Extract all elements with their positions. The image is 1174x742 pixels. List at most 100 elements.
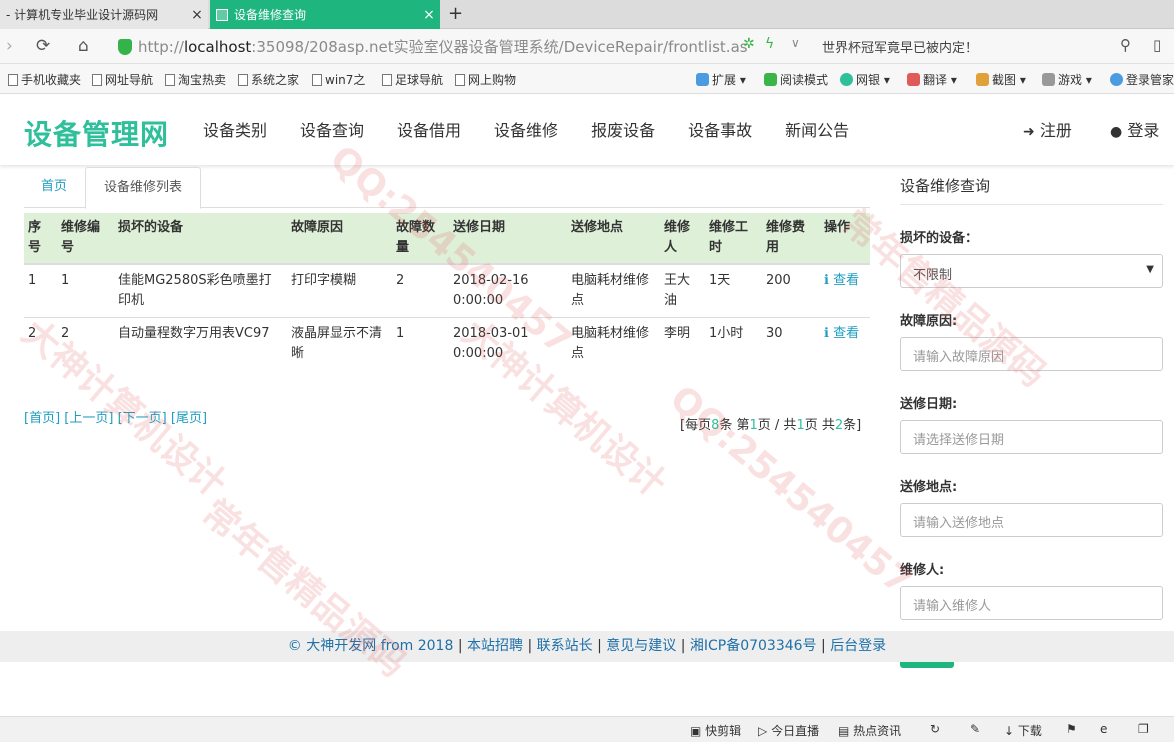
login-link[interactable]: ● 登录	[1110, 117, 1159, 141]
tab-home[interactable]: 首页	[24, 167, 84, 208]
next-page-link[interactable]: [下一页]	[118, 411, 167, 426]
ie-icon[interactable]: e	[1100, 722, 1107, 736]
view-link[interactable]: ℹ 查看	[824, 326, 859, 341]
table-header-row: 序号 维修编号 损坏的设备 故障原因 故障数量 送修日期 送修地点 维修人 维修…	[24, 213, 870, 265]
sign-in-icon: ➜	[1023, 124, 1035, 140]
browser-tab-active[interactable]: 设备维修查询 ×	[210, 0, 440, 29]
url-field[interactable]: http://localhost:35098/208asp.net实验室仪器设备…	[118, 33, 808, 60]
cell-device: 佳能MG2580S彩色喷墨打印机	[114, 263, 287, 318]
bookmark-item[interactable]: 手机收藏夹	[8, 71, 81, 88]
home-icon[interactable]: ⌂	[78, 36, 89, 56]
nav-item-repair[interactable]: 设备维修	[494, 117, 558, 141]
cell-device: 自动量程数字万用表VC97	[114, 317, 287, 370]
tool-extensions[interactable]: 扩展 ▾	[696, 71, 746, 88]
download-icon: ↓	[1004, 724, 1015, 738]
reload-icon[interactable]: ⟳	[36, 36, 50, 56]
reason-input[interactable]: 请输入故障原因	[900, 337, 1163, 371]
status-download[interactable]: ↓ 下载	[1004, 722, 1042, 739]
cell-repairer: 李明	[660, 317, 705, 370]
tab-repair-list[interactable]: 设备维修列表	[85, 167, 201, 209]
col-repairer: 维修人	[660, 213, 705, 265]
bookmark-item[interactable]: 系统之家	[238, 71, 299, 88]
tool-games[interactable]: 游戏 ▾	[1042, 71, 1092, 88]
place-label: 送修地点:	[900, 480, 958, 495]
view-link[interactable]: ℹ 查看	[824, 273, 859, 288]
tool-reading-mode[interactable]: 阅读模式	[764, 71, 828, 88]
tool-translate[interactable]: 翻译 ▾	[907, 71, 957, 88]
nav-item-category[interactable]: 设备类别	[203, 117, 267, 141]
clip-icon: ▣	[690, 724, 702, 738]
repairer-input[interactable]: 请输入维修人	[900, 586, 1163, 620]
nav-item-scrap[interactable]: 报废设备	[591, 117, 655, 141]
new-tab-button[interactable]: +	[448, 3, 463, 24]
cell-repair-id: 1	[57, 263, 114, 318]
menu-icon[interactable]: ▯	[1153, 36, 1161, 54]
repair-table: 序号 维修编号 损坏的设备 故障原因 故障数量 送修日期 送修地点 维修人 维修…	[24, 213, 870, 370]
refresh-icon[interactable]: ↻	[930, 722, 940, 736]
lightning-icon[interactable]: ϟ	[765, 36, 774, 52]
search-icon[interactable]: ⚲	[1120, 36, 1131, 54]
main-nav: 设备类别 设备查询 设备借用 设备维修 报废设备 设备事故 新闻公告	[203, 117, 882, 141]
bookmark-icon	[382, 74, 392, 86]
place-input[interactable]: 请输入送修地点	[900, 503, 1163, 537]
device-label: 损坏的设备：	[900, 231, 979, 246]
cell-hours: 1天	[705, 263, 762, 318]
window-icon[interactable]: ❐	[1138, 722, 1149, 736]
nav-item-accident[interactable]: 设备事故	[688, 117, 752, 141]
tool-screenshot[interactable]: 截图 ▾	[976, 71, 1026, 88]
last-page-link[interactable]: [尾页]	[171, 411, 207, 426]
browser-tab-source-site[interactable]: - 计算机专业毕业设计源码网 ×	[0, 0, 208, 29]
news-ticker[interactable]: 世界杯冠军竟早已被内定！	[822, 37, 978, 56]
scissors-icon	[976, 73, 989, 86]
first-page-link[interactable]: [首页]	[24, 411, 60, 426]
footer-link-icp[interactable]: 湘ICP备0703346号	[690, 638, 817, 654]
device-select[interactable]: 不限制 ▼	[900, 254, 1163, 288]
flag-icon[interactable]: ⚑	[1066, 722, 1077, 736]
status-quick-clip[interactable]: ▣ 快剪辑	[690, 722, 741, 739]
tool-login-manager[interactable]: 登录管家	[1110, 71, 1174, 88]
status-live[interactable]: ▷ 今日直播	[758, 722, 819, 739]
url-host: localhost	[183, 37, 252, 56]
cell-reason: 液晶屏显示不清晰	[287, 317, 392, 370]
tab-title: 设备维修查询	[234, 8, 307, 22]
browser-status-bar: ▣ 快剪辑 ▷ 今日直播 ▤ 热点资讯 ↻ ✎ ↓ 下载 ⚑ e ❐	[0, 716, 1174, 742]
footer-link-admin[interactable]: 后台登录	[830, 638, 886, 654]
site-logo[interactable]: 设备管理网	[24, 113, 169, 153]
footer-link-jobs[interactable]: 本站招聘	[467, 638, 523, 654]
bookmark-icon	[455, 74, 465, 86]
date-input[interactable]: 请选择送修日期	[900, 420, 1163, 454]
prev-page-link[interactable]: [上一页]	[64, 411, 113, 426]
col-cost: 维修费用	[762, 213, 820, 265]
footer-link-feedback[interactable]: 意见与建议	[606, 638, 676, 654]
forward-icon[interactable]: ›	[6, 36, 13, 56]
nav-item-device-search[interactable]: 设备查询	[300, 117, 364, 141]
close-icon[interactable]: ×	[418, 7, 440, 23]
bookmark-item[interactable]: 网址导航	[92, 71, 153, 88]
nav-item-news[interactable]: 新闻公告	[785, 117, 849, 141]
chevron-down-icon[interactable]: ∨	[791, 36, 800, 50]
cell-count: 2	[392, 263, 449, 318]
pin-icon[interactable]: ✎	[970, 722, 980, 736]
compat-icon[interactable]: ✲	[743, 36, 755, 52]
cell-count: 1	[392, 317, 449, 370]
nav-item-borrow[interactable]: 设备借用	[397, 117, 461, 141]
bookmark-item[interactable]: 网上购物	[455, 71, 516, 88]
tool-bank[interactable]: 网银 ▾	[840, 71, 890, 88]
footer-link-contact[interactable]: 联系站长	[537, 638, 593, 654]
reason-label: 故障原因:	[900, 314, 958, 329]
date-label: 送修日期:	[900, 397, 958, 412]
col-date: 送修日期	[449, 213, 567, 265]
bookmark-icon	[238, 74, 248, 86]
register-link[interactable]: ➜ 注册	[1023, 117, 1072, 141]
table-row: 1 1 佳能MG2580S彩色喷墨打印机 打印字模糊 2 2018-02-16 …	[24, 263, 870, 318]
key-icon	[1110, 73, 1123, 86]
watermark: QQ:254540457	[662, 378, 920, 603]
tab-title: - 计算机专业毕业设计源码网	[6, 8, 159, 22]
close-icon[interactable]: ×	[186, 7, 208, 23]
status-news[interactable]: ▤ 热点资讯	[838, 722, 901, 739]
user-icon: ●	[1110, 124, 1123, 140]
bookmark-item[interactable]: win7之	[312, 71, 365, 88]
bookmark-item[interactable]: 淘宝热卖	[165, 71, 226, 88]
cell-place: 电脑耗材维修点	[567, 263, 660, 318]
bookmark-item[interactable]: 足球导航	[382, 71, 443, 88]
